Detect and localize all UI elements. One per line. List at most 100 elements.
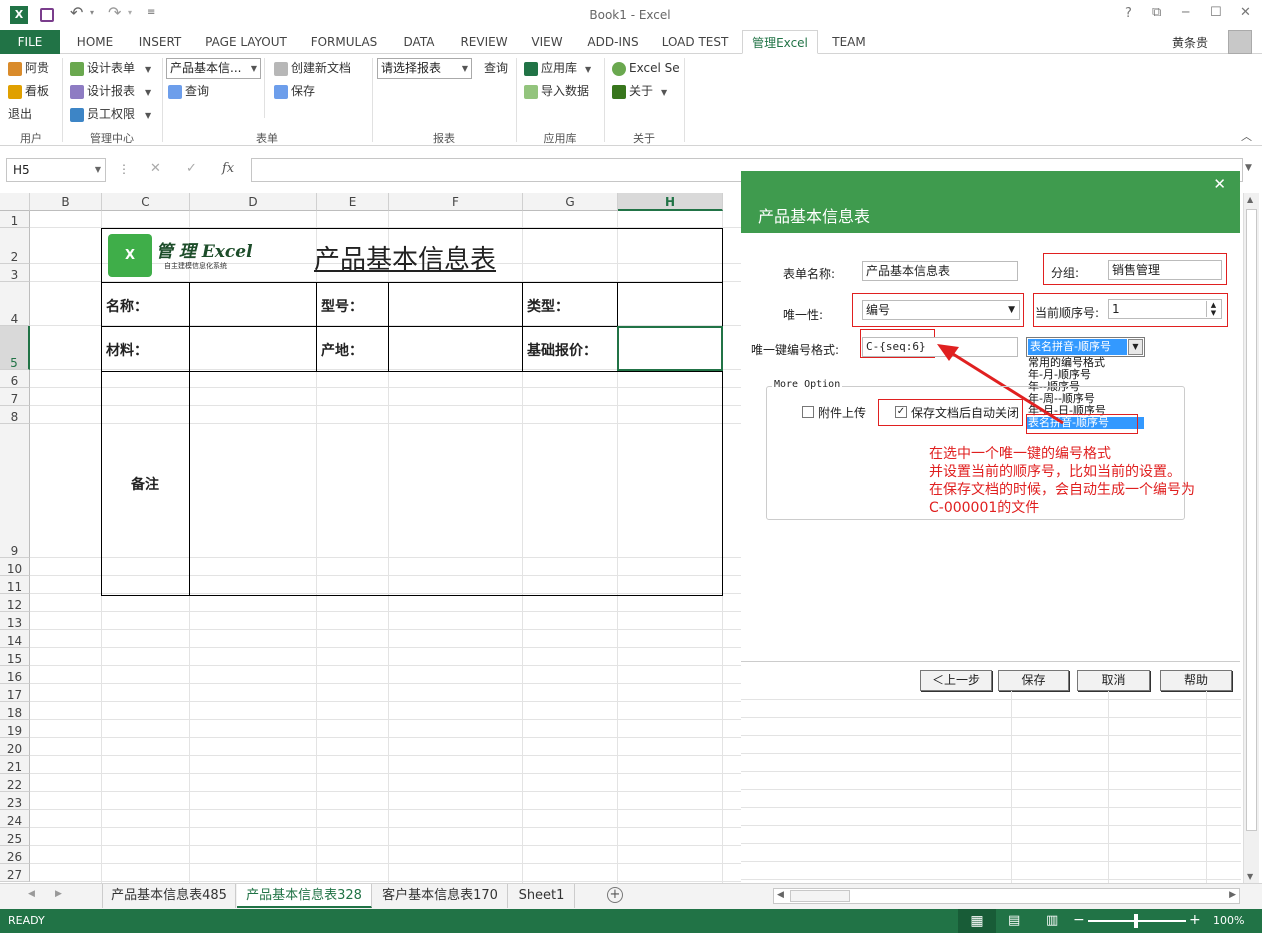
- row-header[interactable]: 16: [0, 666, 30, 684]
- tab-file[interactable]: FILE: [0, 30, 60, 54]
- save-button[interactable]: 保存: [998, 670, 1069, 691]
- collapse-ribbon-icon[interactable]: ︿: [1241, 128, 1252, 144]
- row-header[interactable]: 1: [0, 211, 30, 228]
- form-name-input[interactable]: 产品基本信息表: [862, 261, 1018, 281]
- stepper-icon[interactable]: ▲ ▼: [1206, 301, 1220, 317]
- column-header[interactable]: G: [523, 193, 618, 211]
- maximize-icon[interactable]: ☐: [1210, 5, 1222, 20]
- page-layout-view-icon[interactable]: ▤: [1008, 913, 1020, 928]
- grid-right-area[interactable]: [741, 691, 1241, 883]
- sheet-tab[interactable]: Sheet1: [509, 884, 575, 908]
- tab-add-ins[interactable]: ADD-INS: [582, 30, 644, 54]
- tab-data[interactable]: DATA: [396, 30, 442, 54]
- row-header[interactable]: 5: [0, 326, 30, 370]
- horizontal-scrollbar[interactable]: ◀ ▶: [773, 888, 1240, 904]
- enter-icon[interactable]: ✓: [186, 161, 197, 176]
- design-form-button[interactable]: 设计表单 ▼: [70, 58, 151, 78]
- row-header[interactable]: 27: [0, 864, 30, 882]
- form-query-button[interactable]: 查询: [168, 81, 209, 101]
- scroll-right-icon[interactable]: ▶: [55, 889, 62, 899]
- row-header[interactable]: 23: [0, 792, 30, 810]
- expand-formula-icon[interactable]: ▼: [1245, 163, 1252, 173]
- column-header[interactable]: C: [102, 193, 190, 211]
- row-header[interactable]: 22: [0, 774, 30, 792]
- row-header[interactable]: 15: [0, 648, 30, 666]
- redo-icon[interactable]: ↷: [108, 3, 121, 22]
- design-report-button[interactable]: 设计报表 ▼: [70, 81, 151, 101]
- row-header[interactable]: 9: [0, 424, 30, 558]
- row-header[interactable]: 13: [0, 612, 30, 630]
- tab-manage-excel[interactable]: 管理Excel: [742, 30, 818, 54]
- column-header[interactable]: B: [30, 193, 102, 211]
- zoom-out-icon[interactable]: −: [1073, 912, 1085, 928]
- chevron-down-icon[interactable]: ▼: [1128, 339, 1143, 355]
- close-icon[interactable]: ✕: [1240, 5, 1251, 20]
- about-button[interactable]: 关于 ▼: [612, 81, 667, 101]
- row-header[interactable]: 25: [0, 828, 30, 846]
- sheet-tab[interactable]: 产品基本信息表485: [102, 884, 236, 908]
- zoom-slider[interactable]: [1088, 914, 1186, 928]
- zoom-in-icon[interactable]: +: [1189, 912, 1201, 928]
- excel-se-button[interactable]: Excel Se: [612, 58, 680, 78]
- selected-cell-h5[interactable]: [617, 326, 723, 371]
- sequence-stepper[interactable]: 1 ▲ ▼: [1108, 299, 1222, 319]
- attach-upload-checkbox[interactable]: [802, 406, 814, 418]
- customize-qat-icon[interactable]: ≡: [147, 7, 155, 18]
- scroll-left-icon[interactable]: ◀: [777, 890, 784, 900]
- scroll-up-icon[interactable]: ▲: [1247, 195, 1253, 204]
- name-box[interactable]: H5 ▼: [6, 158, 106, 182]
- cancel-icon[interactable]: ✕: [150, 161, 161, 176]
- unique-select[interactable]: 编号 ▼: [862, 300, 1020, 320]
- sheet-tab-active[interactable]: 产品基本信息表328: [237, 884, 372, 908]
- column-header[interactable]: F: [389, 193, 523, 211]
- row-header[interactable]: 7: [0, 388, 30, 406]
- undo-icon[interactable]: ↶: [70, 3, 83, 22]
- row-header[interactable]: 6: [0, 370, 30, 388]
- row-header[interactable]: 20: [0, 738, 30, 756]
- scroll-right-icon[interactable]: ▶: [1229, 890, 1236, 900]
- minimize-icon[interactable]: ─: [1182, 5, 1189, 19]
- create-document-button[interactable]: 创建新文档: [274, 58, 351, 78]
- row-header[interactable]: 2: [0, 228, 30, 264]
- column-header[interactable]: H: [618, 193, 723, 211]
- group-input[interactable]: 销售管理: [1108, 260, 1222, 280]
- cancel-button[interactable]: 取消: [1077, 670, 1150, 691]
- column-header[interactable]: D: [190, 193, 317, 211]
- tab-view[interactable]: VIEW: [526, 30, 568, 54]
- tab-team[interactable]: TEAM: [826, 30, 872, 54]
- ribbon-display-icon[interactable]: ⧉: [1152, 5, 1161, 20]
- vertical-scrollbar[interactable]: ▲ ▼: [1243, 193, 1259, 883]
- tab-insert[interactable]: INSERT: [134, 30, 186, 54]
- prev-step-button[interactable]: ＜上一步: [920, 670, 992, 691]
- row-header[interactable]: 3: [0, 264, 30, 282]
- insert-function-icon[interactable]: fx: [222, 161, 234, 176]
- scrollbar-thumb[interactable]: [790, 890, 850, 902]
- employee-permission-button[interactable]: 员工权限 ▼: [70, 104, 151, 124]
- row-header[interactable]: 26: [0, 846, 30, 864]
- row-header[interactable]: 19: [0, 720, 30, 738]
- tab-review[interactable]: REVIEW: [456, 30, 512, 54]
- dashboard-button[interactable]: 看板: [8, 81, 49, 101]
- help-button[interactable]: 帮助: [1160, 670, 1232, 691]
- logout-button[interactable]: 退出: [8, 104, 32, 124]
- user-button[interactable]: 阿贵: [8, 58, 49, 78]
- report-select-dropdown[interactable]: 请选择报表 ▼: [377, 58, 472, 79]
- excel-app-icon[interactable]: X: [10, 6, 28, 24]
- row-header[interactable]: 24: [0, 810, 30, 828]
- column-header[interactable]: E: [317, 193, 389, 211]
- auto-close-checkbox[interactable]: ✓: [895, 406, 907, 418]
- tab-page-layout[interactable]: PAGE LAYOUT: [200, 30, 292, 54]
- row-header[interactable]: 14: [0, 630, 30, 648]
- select-all-corner[interactable]: [0, 193, 30, 211]
- zoom-slider-thumb[interactable]: [1134, 914, 1138, 928]
- avatar[interactable]: [1228, 30, 1252, 54]
- help-icon[interactable]: ?: [1125, 6, 1132, 21]
- save-icon[interactable]: [40, 8, 54, 22]
- worksheet-grid[interactable]: B C D E F G H 1 2 3 4 5 6 7 8 9 10 11 12 13 14 15 16 17 1…: [0, 193, 741, 883]
- row-header[interactable]: 21: [0, 756, 30, 774]
- tab-home[interactable]: HOME: [70, 30, 120, 54]
- row-header[interactable]: 10: [0, 558, 30, 576]
- row-header[interactable]: 12: [0, 594, 30, 612]
- normal-view-icon[interactable]: ▦: [958, 909, 996, 933]
- save-form-button[interactable]: 保存: [274, 81, 315, 101]
